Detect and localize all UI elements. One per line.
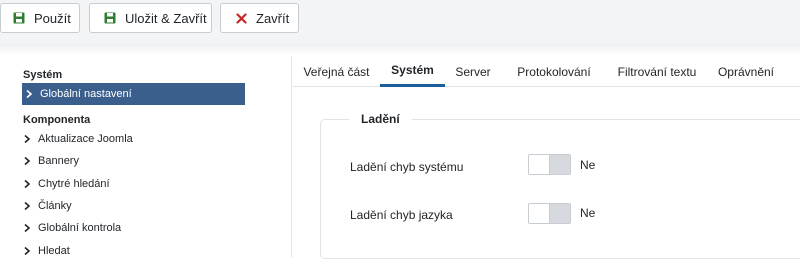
- close-button-label: Zavřít: [256, 10, 290, 26]
- tab-server[interactable]: Server: [445, 56, 501, 87]
- toggle-knob: [529, 155, 550, 174]
- sidebar-item-label: Globální kontrola: [38, 222, 122, 234]
- sidebar: Systém Globální nastavení Komponenta Akt…: [0, 56, 292, 257]
- sidebar-item-global-configuration[interactable]: Globální nastavení: [22, 83, 245, 105]
- sidebar-item-label: Bannery: [38, 155, 79, 167]
- chevron-right-icon: [24, 89, 34, 99]
- tab-system[interactable]: Systém: [380, 56, 445, 87]
- sidebar-item-label: Chytré hledání: [38, 178, 110, 190]
- debug-system-value: Ne: [580, 158, 596, 172]
- toggle-track: [549, 204, 570, 223]
- apply-button[interactable]: Použít: [0, 3, 80, 33]
- sidebar-section-component-title: Komponenta: [23, 114, 91, 126]
- tab-site[interactable]: Veřejná část: [293, 56, 380, 87]
- chevron-right-icon: [22, 201, 32, 211]
- floppy-disk-icon: [13, 12, 25, 24]
- sidebar-item-label: Hledat: [38, 245, 70, 257]
- save-close-button-label: Uložit & Zavřít: [125, 10, 207, 26]
- toolbar: Použít Uložit & Zavřít Zavřít: [0, 0, 800, 44]
- toggle-knob: [529, 204, 550, 223]
- sidebar-item-label: Aktualizace Joomla: [38, 133, 133, 145]
- debug-language-value: Ne: [580, 206, 596, 220]
- sidebar-item-articles[interactable]: Články: [22, 195, 72, 217]
- debug-system-label: Ladění chyb systému: [350, 160, 464, 174]
- debug-fieldset: [320, 119, 800, 259]
- sidebar-item-search[interactable]: Hledat: [22, 240, 70, 262]
- sidebar-item-banners[interactable]: Bannery: [22, 150, 79, 172]
- sidebar-item-label: Globální nastavení: [40, 88, 132, 100]
- tab-permissions[interactable]: Oprávnění: [707, 56, 785, 87]
- settings-tabs: Veřejná část Systém Server Protokolování…: [293, 56, 800, 87]
- sidebar-section-system-title: Systém: [23, 69, 63, 81]
- chevron-right-icon: [22, 156, 32, 166]
- chevron-right-icon: [22, 246, 32, 256]
- toggle-track: [549, 155, 570, 174]
- sidebar-item-joomla-update[interactable]: Aktualizace Joomla: [22, 128, 133, 150]
- debug-fieldset-legend: Ladění: [349, 112, 412, 126]
- chevron-right-icon: [22, 134, 32, 144]
- x-icon: [235, 12, 247, 24]
- tab-logging[interactable]: Protokolování: [501, 56, 607, 87]
- chevron-right-icon: [22, 179, 32, 189]
- sidebar-item-label: Články: [38, 200, 72, 212]
- tab-text-filters[interactable]: Filtrování textu: [607, 56, 707, 87]
- save-close-button[interactable]: Uložit & Zavřít: [89, 3, 212, 33]
- floppy-disk-icon: [104, 12, 116, 24]
- debug-system-toggle[interactable]: [528, 154, 571, 175]
- close-button[interactable]: Zavřít: [220, 3, 299, 33]
- apply-button-label: Použít: [34, 10, 71, 26]
- chevron-right-icon: [22, 223, 32, 233]
- debug-language-label: Ladění chyb jazyka: [350, 208, 453, 222]
- debug-language-toggle[interactable]: [528, 203, 571, 224]
- toolbar-shadow: [0, 44, 800, 56]
- sidebar-item-smart-search[interactable]: Chytré hledání: [22, 173, 110, 195]
- sidebar-item-global-checkin[interactable]: Globální kontrola: [22, 217, 121, 239]
